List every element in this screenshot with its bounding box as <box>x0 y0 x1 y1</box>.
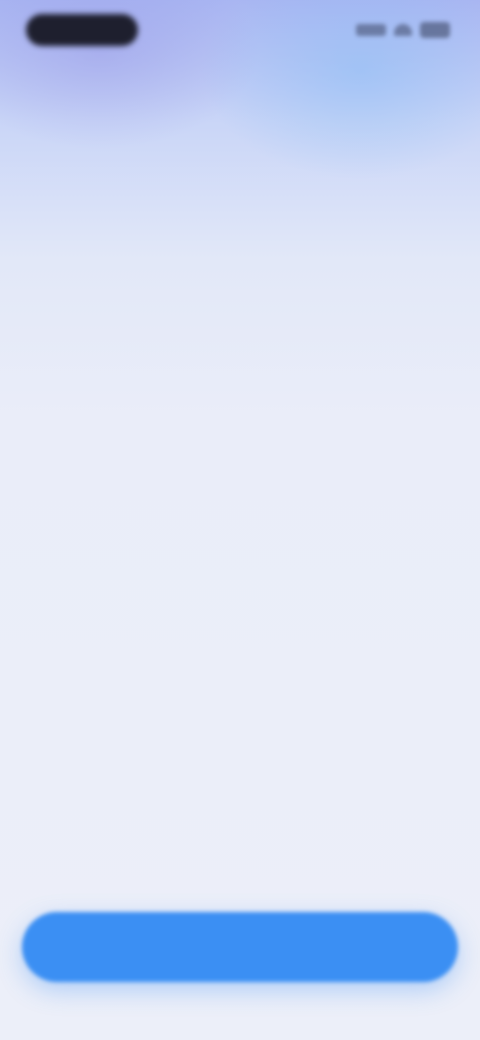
status-icons <box>356 20 450 40</box>
wifi-icon <box>394 24 412 36</box>
app-screen <box>0 0 480 1040</box>
status-time <box>26 14 138 46</box>
battery-icon <box>420 22 450 38</box>
bottom-action-button[interactable] <box>22 912 458 982</box>
center-loading-text <box>100 490 380 530</box>
signal-icon <box>356 24 386 36</box>
status-bar <box>0 0 480 64</box>
